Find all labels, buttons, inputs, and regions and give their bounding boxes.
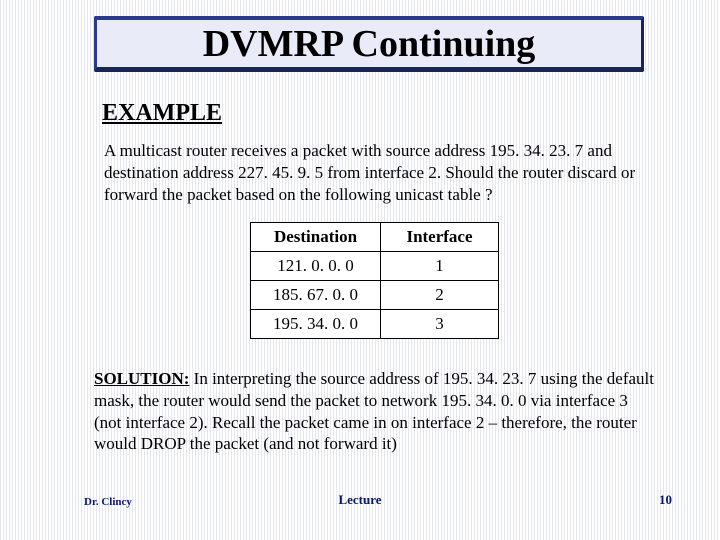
col-destination: Destination [251, 223, 381, 252]
footer-center: Lecture [0, 492, 720, 508]
table-row: 185. 67. 0. 0 2 [251, 281, 499, 310]
cell-interface: 2 [381, 281, 499, 310]
cell-interface: 1 [381, 252, 499, 281]
cell-destination: 195. 34. 0. 0 [251, 310, 381, 339]
table-header-row: Destination Interface [251, 223, 499, 252]
footer-page-number: 10 [659, 492, 672, 508]
table-row: 195. 34. 0. 0 3 [251, 310, 499, 339]
solution-block: SOLUTION: In interpreting the source add… [94, 368, 659, 455]
unicast-table: Destination Interface 121. 0. 0. 0 1 185… [250, 222, 499, 339]
slide-title: DVMRP Continuing [203, 22, 536, 66]
example-heading: EXAMPLE [102, 100, 222, 127]
solution-label: SOLUTION: [94, 369, 189, 388]
cell-destination: 185. 67. 0. 0 [251, 281, 381, 310]
cell-interface: 3 [381, 310, 499, 339]
table-row: 121. 0. 0. 0 1 [251, 252, 499, 281]
col-interface: Interface [381, 223, 499, 252]
problem-statement: A multicast router receives a packet wit… [104, 140, 644, 205]
cell-destination: 121. 0. 0. 0 [251, 252, 381, 281]
title-bar: DVMRP Continuing [94, 16, 644, 72]
